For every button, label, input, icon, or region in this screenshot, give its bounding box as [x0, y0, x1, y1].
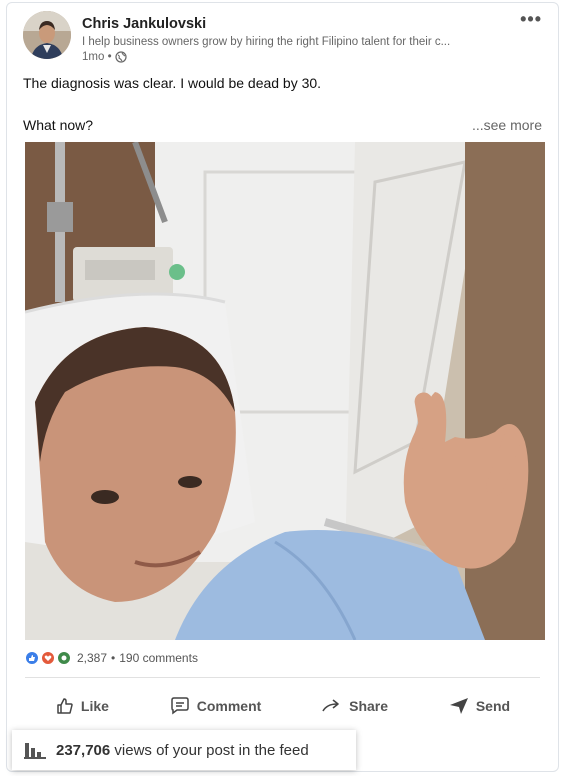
post-photo[interactable]	[25, 142, 545, 640]
action-bar: Like Comment Share Send	[25, 689, 540, 723]
reactions-summary[interactable]: 2,387 • 190 comments	[25, 651, 198, 665]
globe-icon	[114, 51, 127, 63]
post-views-banner[interactable]: 237,706 views of your post in the feed	[12, 730, 356, 770]
send-icon	[449, 698, 468, 714]
like-label: Like	[80, 698, 109, 714]
post-text-line-1: The diagnosis was clear. I would be dead…	[23, 75, 322, 91]
share-arrow-icon	[322, 699, 339, 712]
send-button[interactable]: Send	[448, 689, 510, 723]
comment-icon	[170, 697, 189, 715]
comments-count[interactable]: 190 comments	[119, 651, 198, 665]
views-text: views of your post in the feed	[114, 741, 309, 759]
post-meta: 1mo •	[82, 51, 127, 63]
comment-label: Comment	[196, 698, 262, 714]
post-card: Chris Jankulovski I help business owners…	[6, 2, 559, 772]
share-button[interactable]: Share	[321, 689, 388, 723]
post-text-line-2: What now?	[23, 117, 94, 133]
bar-chart-icon	[24, 743, 46, 759]
love-reaction-icon	[41, 651, 55, 665]
thumbs-up-icon	[57, 698, 73, 714]
like-reaction-icon	[25, 651, 39, 665]
views-count: 237,706	[56, 741, 111, 759]
support-reaction-icon	[57, 651, 71, 665]
divider	[25, 677, 540, 678]
author-headline: I help business owners grow by hiring th…	[82, 36, 451, 48]
send-label: Send	[475, 698, 511, 714]
post-time: 1mo •	[82, 51, 112, 63]
share-label: Share	[349, 698, 389, 714]
separator-dot: •	[111, 651, 116, 665]
more-options-button[interactable]: •••	[520, 9, 542, 30]
reaction-count[interactable]: 2,387	[77, 651, 107, 665]
see-more-link[interactable]: ...see more	[472, 117, 542, 133]
like-button[interactable]: Like	[55, 689, 109, 723]
author-name[interactable]: Chris Jankulovski	[82, 16, 206, 32]
author-avatar[interactable]	[23, 11, 71, 59]
comment-button[interactable]: Comment	[169, 689, 262, 723]
